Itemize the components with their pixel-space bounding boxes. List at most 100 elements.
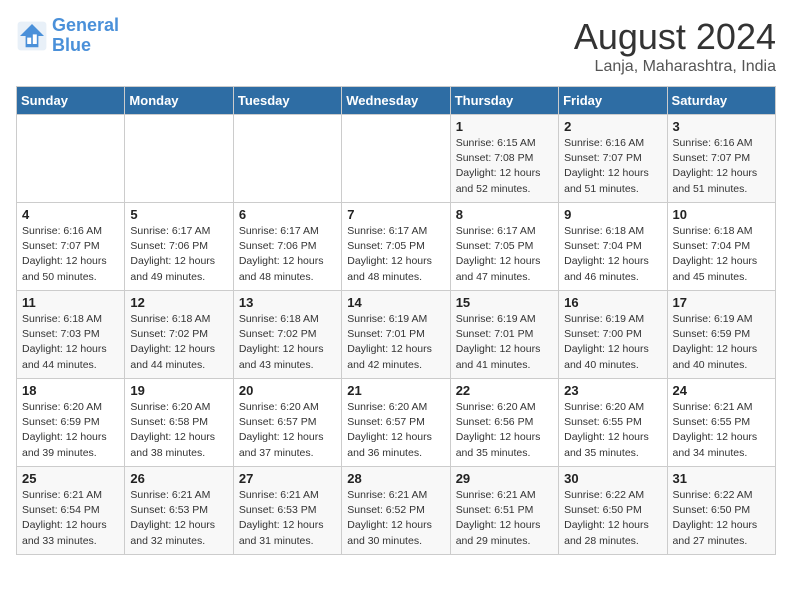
calendar-cell: 13 Sunrise: 6:18 AM Sunset: 7:02 PM Dayli… [233,291,341,379]
calendar-cell: 26 Sunrise: 6:21 AM Sunset: 6:53 PM Dayli… [125,467,233,555]
calendar-cell: 22 Sunrise: 6:20 AM Sunset: 6:56 PM Dayli… [450,379,558,467]
calendar-cell: 7 Sunrise: 6:17 AM Sunset: 7:05 PM Daylig… [342,203,450,291]
day-info: Sunrise: 6:20 AM Sunset: 6:56 PM Dayligh… [456,400,553,461]
calendar-cell: 24Sunrise: 6:21 AM Sunset: 6:55 PM Dayli… [667,379,775,467]
day-number: 3 [673,119,770,134]
calendar-week-row: 11 Sunrise: 6:18 AM Sunset: 7:03 PM Dayli… [17,291,776,379]
day-number: 10 [673,207,770,222]
calendar-cell: 29 Sunrise: 6:21 AM Sunset: 6:51 PM Dayli… [450,467,558,555]
page-title: August 2024 [574,16,776,58]
calendar-cell [125,115,233,203]
title-block: August 2024 Lanja, Maharashtra, India [574,16,776,76]
day-info: Sunrise: 6:18 AM Sunset: 7:03 PM Dayligh… [22,312,119,373]
calendar-cell: 11 Sunrise: 6:18 AM Sunset: 7:03 PM Dayli… [17,291,125,379]
day-number: 4 [22,207,119,222]
day-info: Sunrise: 6:21 AM Sunset: 6:51 PM Dayligh… [456,488,553,549]
calendar-cell: 3Sunrise: 6:16 AM Sunset: 7:07 PM Daylig… [667,115,775,203]
day-header-monday: Monday [125,87,233,115]
logo-icon [16,20,48,52]
day-number: 18 [22,383,119,398]
day-info: Sunrise: 6:20 AM Sunset: 6:57 PM Dayligh… [239,400,336,461]
day-number: 19 [130,383,227,398]
calendar-cell: 5Sunrise: 6:17 AM Sunset: 7:06 PM Daylig… [125,203,233,291]
day-number: 15 [456,295,553,310]
logo: General Blue [16,16,119,56]
day-info: Sunrise: 6:16 AM Sunset: 7:07 PM Dayligh… [564,136,661,197]
day-info: Sunrise: 6:20 AM Sunset: 6:58 PM Dayligh… [130,400,227,461]
calendar-cell: 4 Sunrise: 6:16 AM Sunset: 7:07 PM Daylig… [17,203,125,291]
day-number: 11 [22,295,119,310]
day-number: 1 [456,119,553,134]
day-info: Sunrise: 6:20 AM Sunset: 6:59 PM Dayligh… [22,400,119,461]
calendar-cell: 17 Sunrise: 6:19 AM Sunset: 6:59 PM Dayli… [667,291,775,379]
day-info: Sunrise: 6:19 AM Sunset: 6:59 PM Dayligh… [673,312,770,373]
calendar-cell: 6 Sunrise: 6:17 AM Sunset: 7:06 PM Daylig… [233,203,341,291]
calendar-cell: 19 Sunrise: 6:20 AM Sunset: 6:58 PM Dayli… [125,379,233,467]
day-header-friday: Friday [559,87,667,115]
calendar-cell [17,115,125,203]
day-number: 21 [347,383,444,398]
day-info: Sunrise: 6:18 AM Sunset: 7:02 PM Dayligh… [239,312,336,373]
calendar-cell: 14Sunrise: 6:19 AM Sunset: 7:01 PM Dayli… [342,291,450,379]
day-number: 12 [130,295,227,310]
day-header-sunday: Sunday [17,87,125,115]
day-number: 31 [673,471,770,486]
calendar-cell: 16 Sunrise: 6:19 AM Sunset: 7:00 PM Dayli… [559,291,667,379]
calendar-cell: 1 Sunrise: 6:15 AM Sunset: 7:08 PM Daylig… [450,115,558,203]
day-number: 8 [456,207,553,222]
day-number: 13 [239,295,336,310]
day-number: 16 [564,295,661,310]
calendar-table: SundayMondayTuesdayWednesdayThursdayFrid… [16,86,776,555]
day-info: Sunrise: 6:16 AM Sunset: 7:07 PM Dayligh… [22,224,119,285]
calendar-week-row: 25Sunrise: 6:21 AM Sunset: 6:54 PM Dayli… [17,467,776,555]
day-number: 24 [673,383,770,398]
day-header-wednesday: Wednesday [342,87,450,115]
calendar-week-row: 1 Sunrise: 6:15 AM Sunset: 7:08 PM Daylig… [17,115,776,203]
day-info: Sunrise: 6:20 AM Sunset: 6:55 PM Dayligh… [564,400,661,461]
day-number: 23 [564,383,661,398]
day-number: 22 [456,383,553,398]
day-number: 17 [673,295,770,310]
day-info: Sunrise: 6:21 AM Sunset: 6:53 PM Dayligh… [130,488,227,549]
day-number: 26 [130,471,227,486]
day-number: 29 [456,471,553,486]
day-info: Sunrise: 6:21 AM Sunset: 6:54 PM Dayligh… [22,488,119,549]
day-info: Sunrise: 6:19 AM Sunset: 7:00 PM Dayligh… [564,312,661,373]
day-header-tuesday: Tuesday [233,87,341,115]
calendar-cell: 31Sunrise: 6:22 AM Sunset: 6:50 PM Dayli… [667,467,775,555]
header: General Blue August 2024 Lanja, Maharash… [16,16,776,76]
calendar-cell: 21 Sunrise: 6:20 AM Sunset: 6:57 PM Dayli… [342,379,450,467]
calendar-cell: 27Sunrise: 6:21 AM Sunset: 6:53 PM Dayli… [233,467,341,555]
day-info: Sunrise: 6:18 AM Sunset: 7:04 PM Dayligh… [673,224,770,285]
calendar-cell: 15 Sunrise: 6:19 AM Sunset: 7:01 PM Dayli… [450,291,558,379]
calendar-week-row: 4 Sunrise: 6:16 AM Sunset: 7:07 PM Daylig… [17,203,776,291]
calendar-cell: 9Sunrise: 6:18 AM Sunset: 7:04 PM Daylig… [559,203,667,291]
day-info: Sunrise: 6:19 AM Sunset: 7:01 PM Dayligh… [456,312,553,373]
day-number: 27 [239,471,336,486]
day-info: Sunrise: 6:17 AM Sunset: 7:06 PM Dayligh… [130,224,227,285]
logo-line1: General [52,15,119,35]
calendar-cell: 18 Sunrise: 6:20 AM Sunset: 6:59 PM Dayli… [17,379,125,467]
calendar-cell: 10 Sunrise: 6:18 AM Sunset: 7:04 PM Dayli… [667,203,775,291]
calendar-cell: 12 Sunrise: 6:18 AM Sunset: 7:02 PM Dayli… [125,291,233,379]
day-info: Sunrise: 6:17 AM Sunset: 7:06 PM Dayligh… [239,224,336,285]
logo-line2: Blue [52,35,91,55]
day-info: Sunrise: 6:18 AM Sunset: 7:02 PM Dayligh… [130,312,227,373]
day-info: Sunrise: 6:17 AM Sunset: 7:05 PM Dayligh… [347,224,444,285]
day-info: Sunrise: 6:15 AM Sunset: 7:08 PM Dayligh… [456,136,553,197]
calendar-cell [342,115,450,203]
day-number: 6 [239,207,336,222]
calendar-cell: 2Sunrise: 6:16 AM Sunset: 7:07 PM Daylig… [559,115,667,203]
page-subtitle: Lanja, Maharashtra, India [574,58,776,76]
day-info: Sunrise: 6:19 AM Sunset: 7:01 PM Dayligh… [347,312,444,373]
calendar-cell [233,115,341,203]
day-number: 28 [347,471,444,486]
calendar-week-row: 18 Sunrise: 6:20 AM Sunset: 6:59 PM Dayli… [17,379,776,467]
logo-text: General Blue [52,16,119,56]
day-number: 7 [347,207,444,222]
day-info: Sunrise: 6:17 AM Sunset: 7:05 PM Dayligh… [456,224,553,285]
day-number: 9 [564,207,661,222]
day-number: 20 [239,383,336,398]
calendar-header-row: SundayMondayTuesdayWednesdayThursdayFrid… [17,87,776,115]
day-info: Sunrise: 6:20 AM Sunset: 6:57 PM Dayligh… [347,400,444,461]
